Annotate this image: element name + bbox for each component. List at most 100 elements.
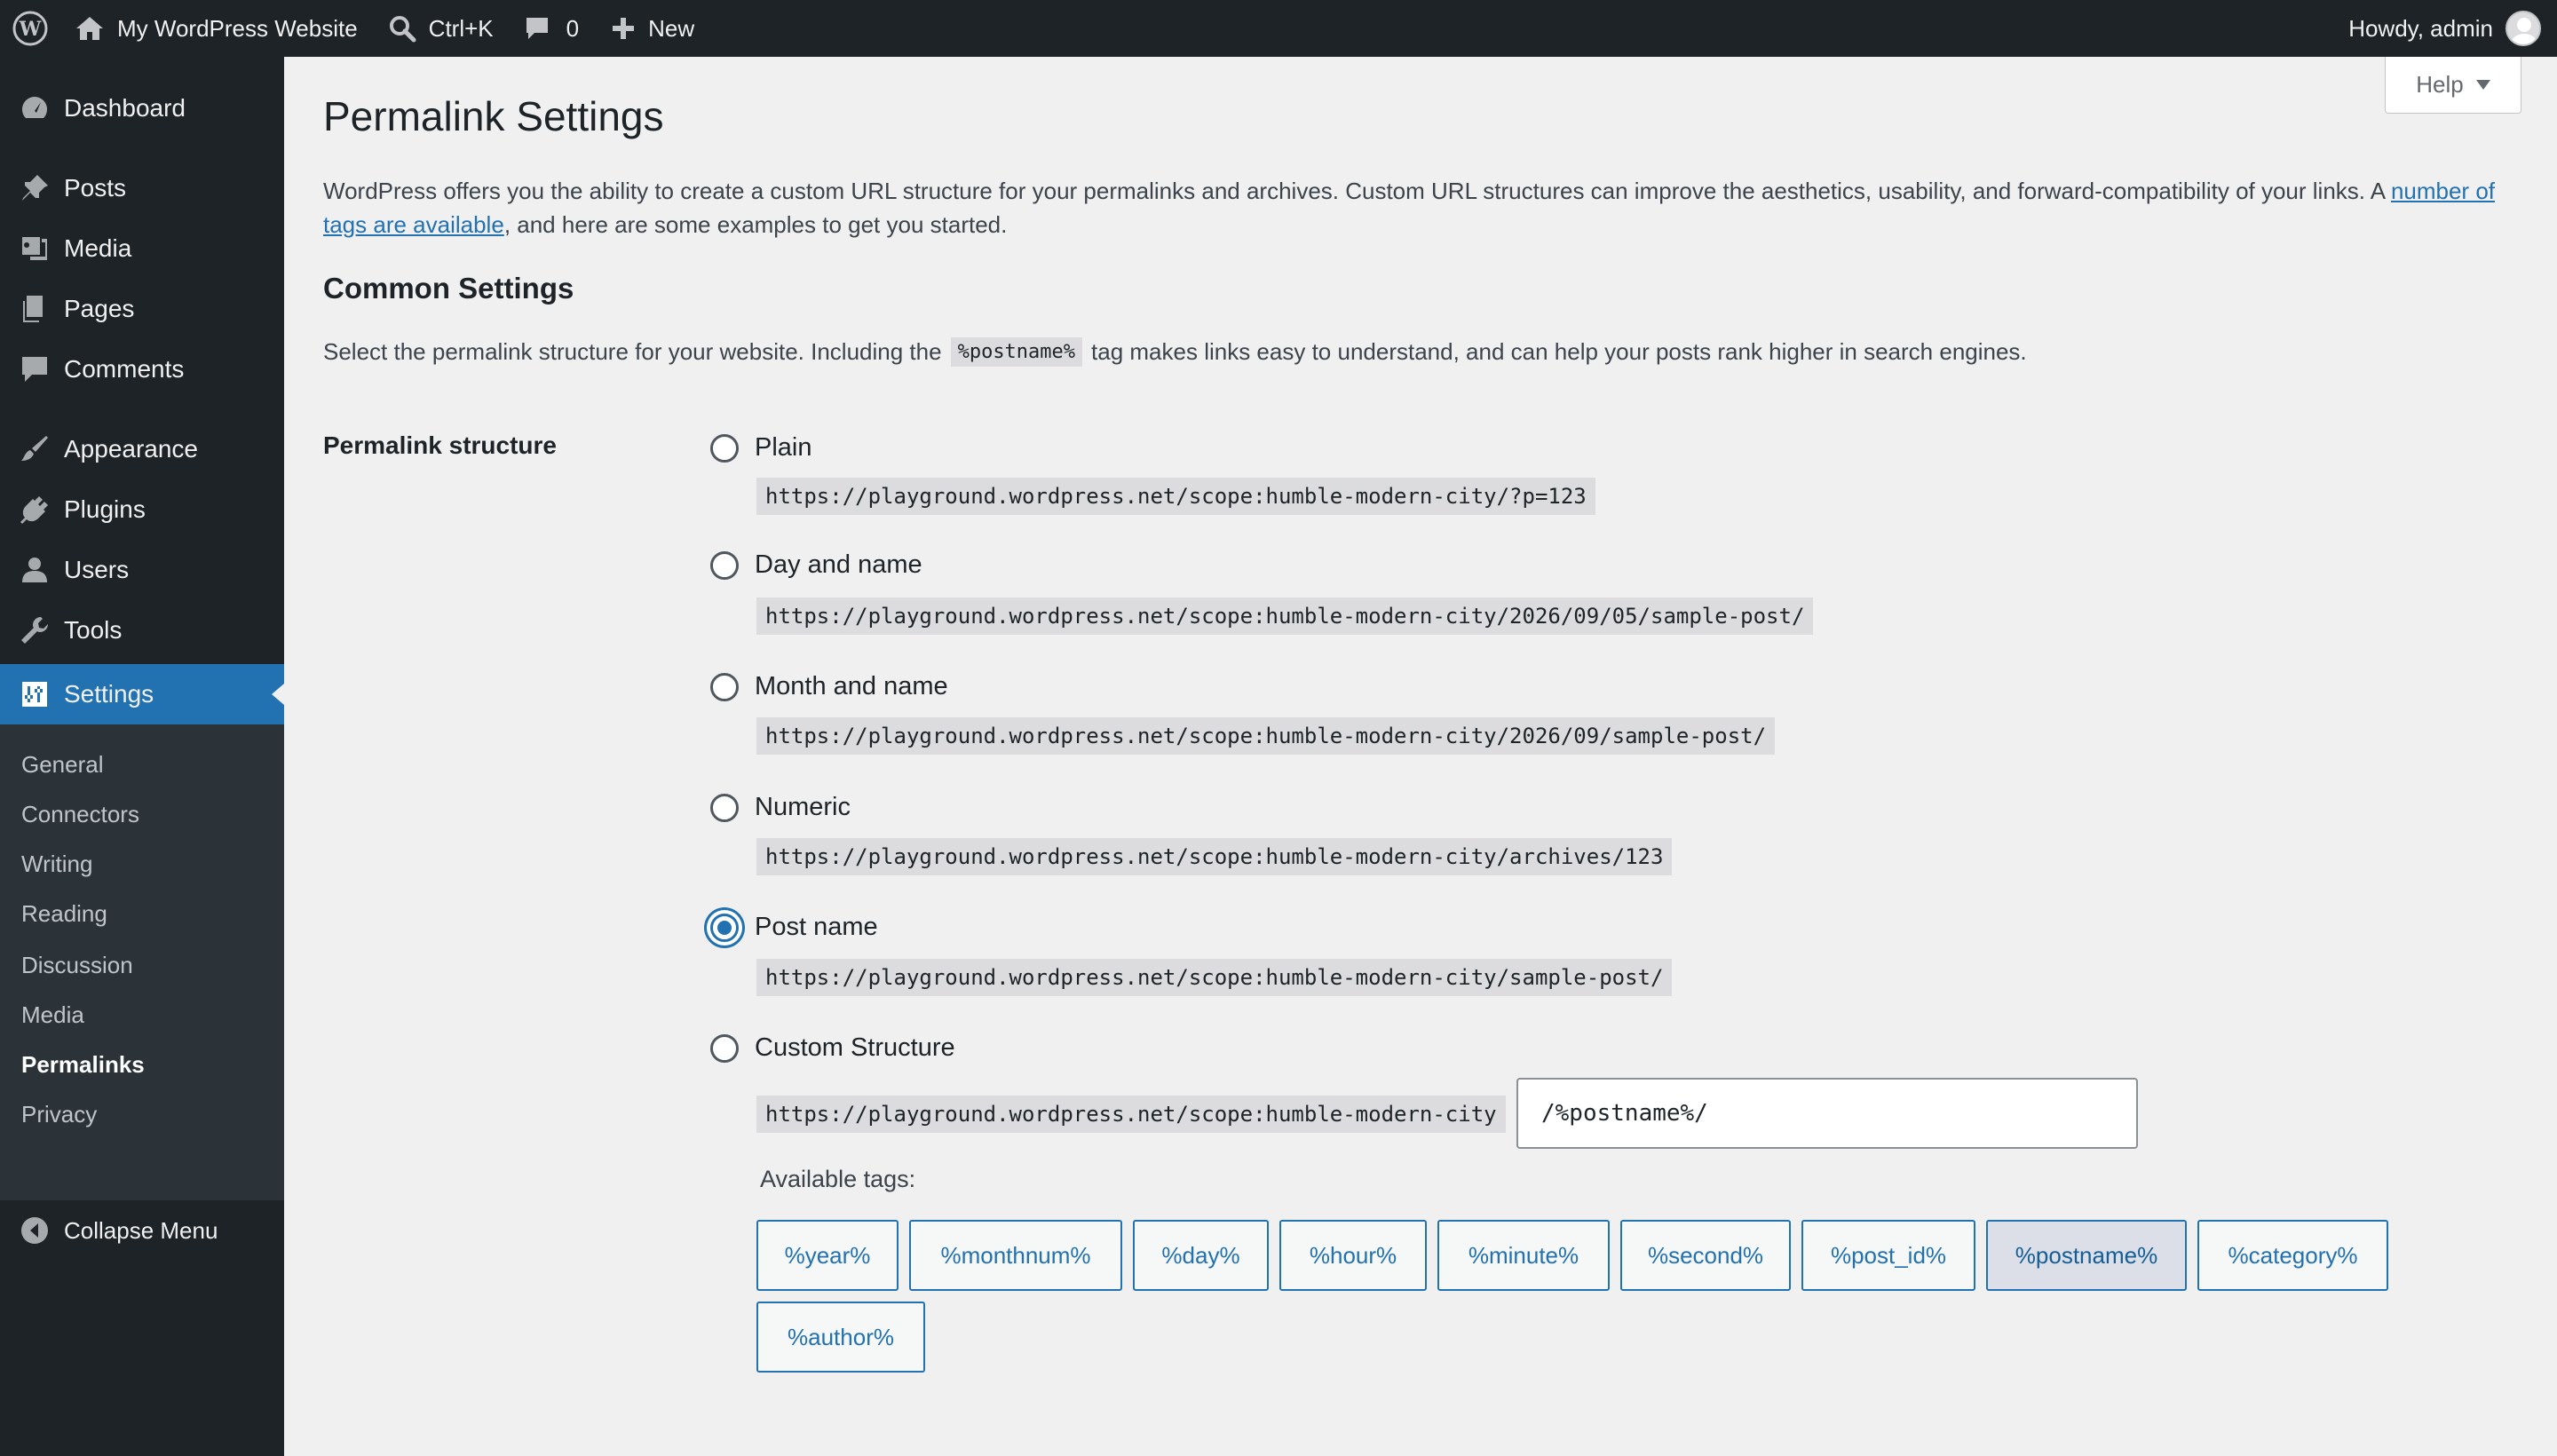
option-label: Post name [755, 913, 878, 941]
collapse-menu-button[interactable]: Collapse Menu [0, 1200, 284, 1261]
site-name: My WordPress Website [117, 14, 358, 42]
plug-icon [0, 495, 64, 525]
sidebar-item-label: Pages [64, 295, 135, 322]
sidebar-item-tools[interactable]: Tools [0, 600, 284, 661]
submenu-discussion[interactable]: Discussion [21, 952, 133, 979]
sidebar-item-label: Plugins [64, 495, 146, 523]
option-label: Plain [755, 433, 812, 462]
radio-custom-structure[interactable] [710, 1033, 739, 1063]
submenu-connectors[interactable]: Connectors [21, 801, 139, 828]
tag-day-button[interactable]: %day% [1133, 1220, 1269, 1291]
svg-text:W: W [19, 18, 42, 41]
option-label: Month and name [755, 672, 948, 700]
sidebar-item-pages[interactable]: Pages [0, 279, 284, 339]
tag-post-id-button[interactable]: %post_id% [1801, 1220, 1975, 1291]
admin-bar: W My WordPress Website Ctrl+K 0 New Howd… [0, 0, 2557, 57]
sidebar-item-posts[interactable]: Posts [0, 158, 284, 218]
submenu-general[interactable]: General [21, 751, 104, 779]
option-numeric[interactable]: Numeric [710, 793, 851, 822]
plus-icon [613, 18, 635, 39]
sidebar-item-label: Appearance [64, 435, 199, 463]
submenu-media[interactable]: Media [21, 1001, 84, 1029]
sidebar-item-dashboard[interactable]: Dashboard [0, 78, 284, 138]
tag-minute-button[interactable]: %minute% [1437, 1220, 1610, 1291]
site-name-link[interactable]: My WordPress Website [60, 0, 358, 57]
radio-plain[interactable] [710, 433, 739, 463]
comments-link[interactable]: 0 [494, 0, 579, 57]
url-example-month-and-name: https://playground.wordpress.net/scope:h… [756, 717, 1776, 755]
available-tags-label: Available tags: [760, 1166, 916, 1192]
search-icon [389, 16, 416, 43]
sidebar-item-plugins[interactable]: Plugins [0, 479, 284, 540]
option-post-name[interactable]: Post name [710, 913, 878, 942]
common-settings-description: Select the permalink structure for your … [323, 337, 2027, 367]
settings-submenu: General Connectors Writing Reading Discu… [0, 724, 284, 1200]
submenu-privacy[interactable]: Privacy [21, 1101, 97, 1128]
sidebar-item-settings[interactable]: Settings [0, 664, 284, 724]
tag-monthnum-button[interactable]: %monthnum% [909, 1220, 1122, 1291]
option-label: Numeric [755, 793, 851, 821]
permalink-structure-label: Permalink structure [323, 431, 557, 459]
help-button[interactable]: Help [2385, 57, 2521, 114]
dashboard-icon [0, 93, 64, 123]
postname-code: %postname% [950, 337, 1083, 367]
avatar [2506, 11, 2541, 46]
sidebar-item-label: Comments [64, 355, 185, 383]
search-shortcut: Ctrl+K [428, 14, 494, 42]
collapse-icon [0, 1215, 64, 1246]
common-settings-heading: Common Settings [323, 272, 574, 305]
admin-sidebar: Dashboard Posts Media Pages Comments App… [0, 57, 284, 1456]
command-palette-button[interactable]: Ctrl+K [358, 0, 494, 57]
sidebar-item-label: Media [64, 234, 132, 262]
sidebar-item-label: Users [64, 556, 130, 583]
comment-icon [0, 354, 64, 384]
wrench-icon [0, 615, 64, 645]
caret-down-icon [2475, 80, 2490, 90]
sidebar-item-label: Dashboard [64, 94, 186, 122]
option-label: Day and name [755, 550, 922, 579]
tag-hour-button[interactable]: %hour% [1279, 1220, 1427, 1291]
sidebar-item-comments[interactable]: Comments [0, 339, 284, 400]
radio-post-name[interactable] [710, 913, 739, 942]
radio-day-and-name[interactable] [710, 550, 739, 580]
submenu-permalinks[interactable]: Permalinks [21, 1051, 145, 1079]
url-example-numeric: https://playground.wordpress.net/scope:h… [756, 838, 1673, 875]
custom-structure-input[interactable] [1516, 1078, 2138, 1149]
submenu-reading[interactable]: Reading [21, 900, 107, 928]
sidebar-item-media[interactable]: Media [0, 218, 284, 279]
intro-text: WordPress offers you the ability to crea… [323, 178, 2496, 238]
tag-second-button[interactable]: %second% [1620, 1220, 1791, 1291]
option-label: Custom Structure [755, 1033, 955, 1062]
url-example-day-and-name: https://playground.wordpress.net/scope:h… [756, 597, 1814, 635]
sidebar-item-label: Tools [64, 616, 123, 644]
sidebar-item-label: Settings [64, 680, 154, 708]
url-base-custom: https://playground.wordpress.net/scope:h… [756, 1096, 1506, 1133]
new-content-button[interactable]: New [579, 0, 694, 57]
radio-month-and-name[interactable] [710, 672, 739, 701]
option-plain[interactable]: Plain [710, 433, 812, 463]
collapse-label: Collapse Menu [64, 1216, 218, 1244]
option-custom-structure[interactable]: Custom Structure [710, 1033, 955, 1063]
howdy-text: Howdy, admin [2348, 14, 2493, 42]
tag-postname-button[interactable]: %postname% [1986, 1220, 2187, 1291]
option-day-and-name[interactable]: Day and name [710, 550, 922, 580]
comments-count: 0 [566, 14, 580, 42]
tag-author-button[interactable]: %author% [756, 1302, 925, 1373]
radio-numeric[interactable] [710, 793, 739, 822]
help-label: Help [2416, 71, 2464, 98]
url-example-plain: https://playground.wordpress.net/scope:h… [756, 478, 1595, 515]
sidebar-item-appearance[interactable]: Appearance [0, 419, 284, 479]
sidebar-item-label: Posts [64, 174, 127, 202]
tag-year-button[interactable]: %year% [756, 1220, 899, 1291]
sidebar-item-users[interactable]: Users [0, 540, 284, 600]
option-month-and-name[interactable]: Month and name [710, 672, 948, 701]
user-icon [0, 555, 64, 585]
submenu-writing[interactable]: Writing [21, 851, 92, 878]
wordpress-logo-icon[interactable]: W [0, 0, 60, 57]
comment-icon [526, 18, 548, 39]
tag-category-button[interactable]: %category% [2197, 1220, 2388, 1291]
brush-icon [0, 434, 64, 464]
media-icon [0, 233, 64, 264]
account-menu[interactable]: Howdy, admin [2348, 0, 2541, 57]
settings-icon [0, 679, 64, 709]
